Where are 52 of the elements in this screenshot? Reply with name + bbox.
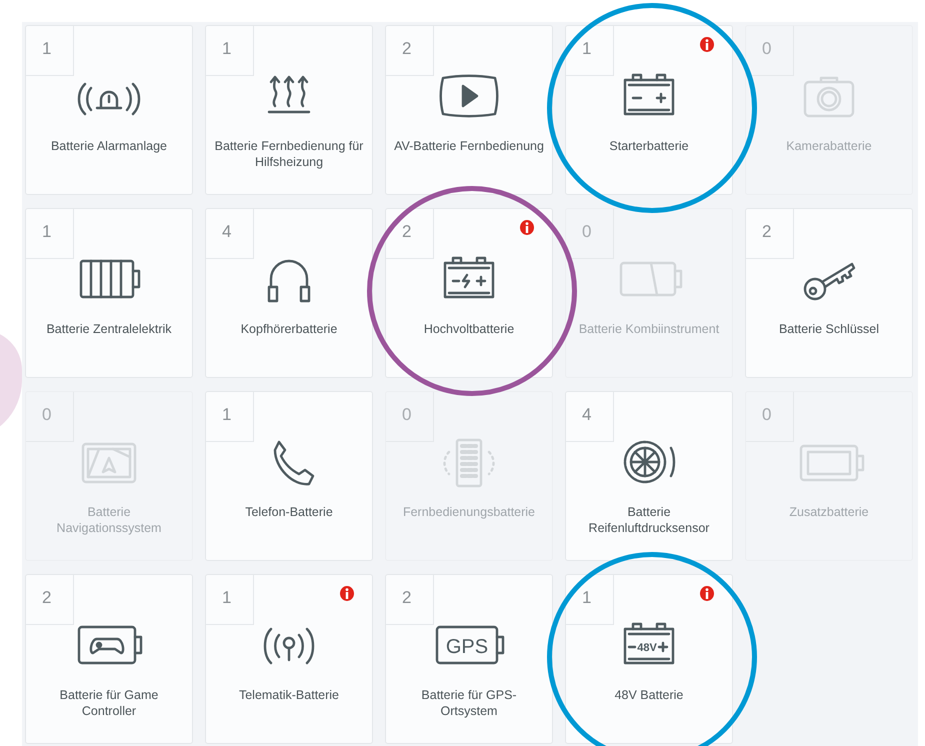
battery-tile[interactable]: 2 Hochvoltbatterie (385, 208, 553, 378)
count-label: 1 (566, 26, 614, 76)
tile-label: Batterie für GPS-Ortsystem (420, 687, 518, 719)
count-label: 4 (206, 209, 254, 259)
tile-label: Batterie Schlüssel (778, 321, 880, 337)
tile-label: Telematik-Batterie (238, 687, 340, 703)
tile-label: Hochvoltbatterie (422, 321, 516, 337)
count-label: 1 (206, 26, 254, 76)
tile-label: Telefon-Batterie (244, 504, 334, 520)
battery-tile[interactable]: 1 Telematik-Batterie (205, 574, 373, 744)
tile-label: Batterie Zentralelektrik (45, 321, 173, 337)
battery-tile[interactable]: 2 GPS Batterie für GPS-Ortsystem (385, 574, 553, 744)
tile-label: Batterie für Game Controller (58, 687, 160, 719)
tile-label: Batterie Navigationssystem (56, 504, 162, 536)
count-label: 1 (26, 26, 74, 76)
count-label: 1 (206, 575, 254, 625)
tile-label: Fernbedienungsbatterie (402, 504, 536, 520)
tile-label: Batterie Kombiinstrument (578, 321, 720, 337)
tile-label: Zusatzbatterie (788, 504, 870, 520)
tile-label: Batterie Reifenluftdrucksensor (588, 504, 710, 536)
battery-tile[interactable]: 4 Batterie Reifenluftdrucksensor (565, 391, 733, 561)
tile-label: Batterie Alarmanlage (50, 138, 168, 154)
count-label: 1 (566, 575, 614, 625)
tile-label: Kopfhörerbatterie (240, 321, 338, 337)
tile-label: 48V Batterie (614, 687, 684, 703)
battery-tile[interactable]: 2 AV-Batterie Fernbedienung (385, 25, 553, 195)
count-label: 2 (26, 575, 74, 625)
battery-tile[interactable]: 1 Batterie Zentralelektrik (25, 208, 193, 378)
count-label: 2 (386, 209, 434, 259)
battery-tile[interactable]: 1 Batterie Alarmanlage (25, 25, 193, 195)
tile-label: Kamerabatterie (785, 138, 873, 154)
count-label: 0 (386, 392, 434, 442)
count-label: 4 (566, 392, 614, 442)
battery-tile[interactable]: 1 48V 48V Batterie (565, 574, 733, 744)
battery-tile[interactable]: 1 Starterbatterie (565, 25, 733, 195)
battery-tile[interactable]: 1 Batterie Fernbedienung für Hilfsheizung (205, 25, 373, 195)
count-label: 1 (26, 209, 74, 259)
count-label: 2 (386, 575, 434, 625)
count-label: 1 (206, 392, 254, 442)
count-label: 0 (26, 392, 74, 442)
battery-tile[interactable]: 2 Batterie Schlüssel (745, 208, 913, 378)
count-label: 2 (746, 209, 794, 259)
count-label: 2 (386, 26, 434, 76)
count-label: 0 (746, 26, 794, 76)
battery-tile[interactable]: 2 Batterie für Game Controller (25, 574, 193, 744)
battery-tile[interactable]: 1 Telefon-Batterie (205, 391, 373, 561)
tile-label: Starterbatterie (608, 138, 690, 154)
count-label: 0 (746, 392, 794, 442)
count-label: 0 (566, 209, 614, 259)
battery-tile[interactable]: 4 Kopfhörerbatterie (205, 208, 373, 378)
tile-label: Batterie Fernbedienung für Hilfsheizung (214, 138, 364, 170)
tile-label: AV-Batterie Fernbedienung (393, 138, 545, 154)
